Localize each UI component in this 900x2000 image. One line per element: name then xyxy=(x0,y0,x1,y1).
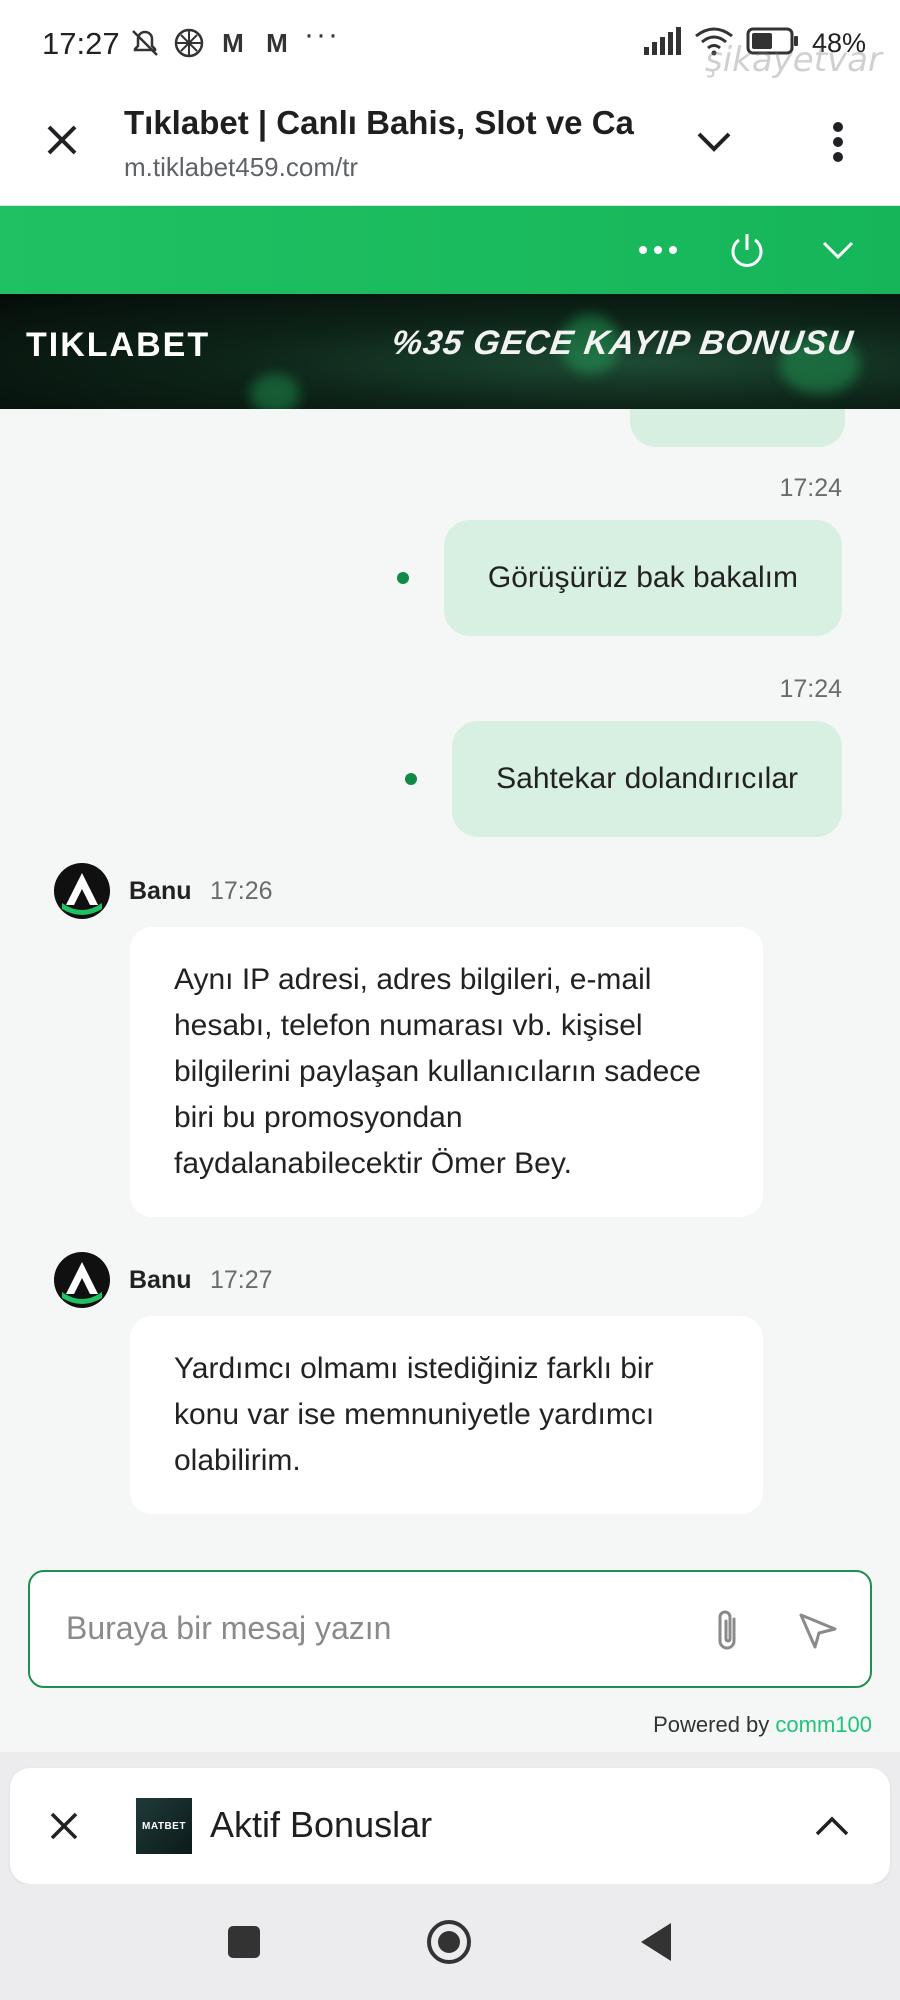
agent-avatar xyxy=(54,863,110,919)
incoming-message: Yardımcı olmamı istediğiniz farklı bir k… xyxy=(130,1316,763,1514)
sent-indicator xyxy=(397,572,409,584)
message-bubble xyxy=(630,409,845,447)
chevron-down-icon xyxy=(697,132,731,152)
powered-by-label: Powered by xyxy=(653,1712,770,1737)
incoming-message: Aynı IP adresi, adres bilgileri, e-mail … xyxy=(130,927,763,1217)
home-button[interactable] xyxy=(423,1916,475,1968)
send-button[interactable] xyxy=(792,1604,844,1656)
pinwheel-icon xyxy=(172,26,206,60)
powered-by-brand[interactable]: comm100 xyxy=(775,1712,872,1737)
expand-toolbar-button[interactable] xyxy=(688,116,740,168)
outgoing-message: Görüşürüz bak bakalım xyxy=(443,520,842,636)
attach-button[interactable] xyxy=(702,1602,754,1660)
system-nav-bar xyxy=(0,1884,900,2000)
end-chat-button[interactable] xyxy=(721,224,773,276)
square-icon xyxy=(228,1926,260,1958)
status-time: 17:27 xyxy=(42,26,120,61)
watermark-logo: şikayetvar xyxy=(705,40,882,80)
chevron-up-icon xyxy=(815,1816,849,1836)
page-url[interactable]: m.tiklabet459.com/tr xyxy=(124,152,358,183)
close-icon xyxy=(47,125,77,155)
message-time: 17:26 xyxy=(210,877,273,905)
message-time: 17:24 xyxy=(779,675,842,703)
gmail-icon: M xyxy=(266,27,288,58)
chat-transcript[interactable]: 17:24 Görüşürüz bak bakalım 17:24 Sahtek… xyxy=(0,409,900,1752)
message-time: 17:27 xyxy=(210,1266,273,1294)
close-tab-button[interactable] xyxy=(38,116,86,164)
chat-options-button[interactable] xyxy=(632,224,684,276)
more-notifications-icon: ··· xyxy=(304,18,340,51)
chevron-down-icon xyxy=(822,241,854,260)
sent-indicator xyxy=(405,773,417,785)
promo-banner[interactable]: TIKLABET %35 GECE KAYIP BONUSU xyxy=(0,294,900,409)
browser-menu-button[interactable] xyxy=(818,116,858,168)
power-icon xyxy=(731,234,763,267)
browser-header: Tıklabet | Canlı Bahis, Slot ve Ca m.tik… xyxy=(0,90,900,206)
matbet-logo: MATBET xyxy=(136,1798,192,1854)
more-vert-icon xyxy=(833,122,843,162)
message-input[interactable]: Buraya bir mesaj yazın xyxy=(28,1570,872,1688)
back-button[interactable] xyxy=(630,1916,682,1968)
close-icon xyxy=(50,1812,78,1840)
agent-name: Banu xyxy=(129,1266,192,1294)
active-bonuses-bar[interactable]: MATBET Aktif Bonuslar xyxy=(10,1768,890,1884)
message-time: 17:24 xyxy=(779,474,842,502)
mute-icon xyxy=(128,26,162,60)
bonus-bar-title: Aktif Bonuslar xyxy=(210,1804,433,1845)
recents-button[interactable] xyxy=(218,1916,270,1968)
brand-logo: TIKLABET xyxy=(26,326,211,364)
status-bar: 17:27 M M ··· 48% şikayetvar xyxy=(0,0,900,90)
more-horiz-icon xyxy=(639,246,677,254)
expand-bonus-bar-button[interactable] xyxy=(808,1802,856,1850)
minimize-chat-button[interactable] xyxy=(812,224,864,276)
banner-promo-text: %35 GECE KAYIP BONUSU xyxy=(389,324,856,362)
send-icon xyxy=(799,1613,837,1649)
outgoing-message: Sahtekar dolandırıcılar xyxy=(452,721,842,837)
message-input-placeholder: Buraya bir mesaj yazın xyxy=(66,1610,392,1646)
gmail-icon: M xyxy=(222,27,244,58)
page-title: Tıklabet | Canlı Bahis, Slot ve Ca xyxy=(124,104,634,141)
close-bonus-bar-button[interactable] xyxy=(40,1802,88,1850)
home-circle-icon xyxy=(427,1920,471,1964)
agent-avatar xyxy=(54,1252,110,1308)
chat-header xyxy=(0,206,900,294)
signal-icon xyxy=(642,27,682,60)
paperclip-icon xyxy=(718,1610,736,1650)
agent-name: Banu xyxy=(129,877,192,905)
powered-by: Powered by comm100 xyxy=(653,1712,872,1738)
back-triangle-icon xyxy=(641,1923,671,1961)
